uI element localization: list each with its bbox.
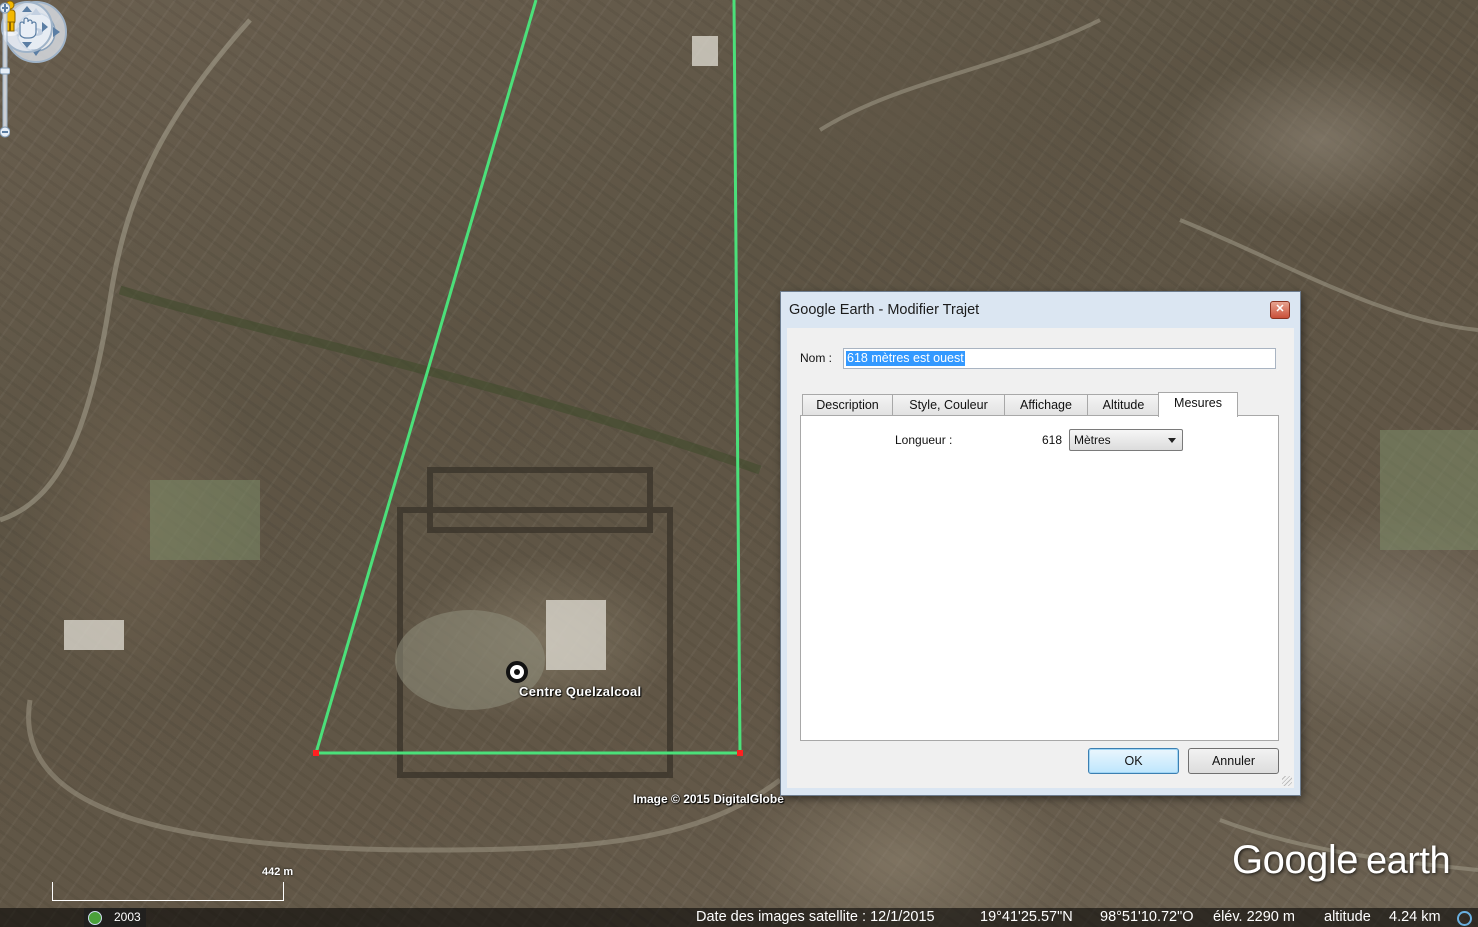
scale-label: 442 m xyxy=(262,866,294,878)
tab-altitude[interactable]: Altitude xyxy=(1087,394,1160,416)
path-endpoint-east xyxy=(737,750,743,756)
placemark-label[interactable]: Centre Quelzalcoal xyxy=(519,684,641,699)
imagery-copyright: Image © 2015 DigitalGlobe xyxy=(633,792,784,806)
clock-globe-icon xyxy=(88,911,102,925)
tab-style-color[interactable]: Style, Couleur xyxy=(892,394,1005,416)
tab-display[interactable]: Affichage xyxy=(1004,394,1088,416)
length-label: Longueur : xyxy=(895,433,953,447)
dialog-body: Nom : 618 mètres est ouest Description S… xyxy=(787,328,1294,788)
name-field-value[interactable]: 618 mètres est ouest xyxy=(846,351,965,366)
length-value: 618 xyxy=(1042,433,1063,447)
altitude-value: 4.24 km xyxy=(1389,909,1441,925)
altitude-label: altitude xyxy=(1324,909,1371,925)
dialog-titlebar[interactable]: Google Earth - Modifier Trajet ✕ xyxy=(781,292,1300,328)
name-field[interactable]: 618 mètres est ouest xyxy=(843,348,1276,369)
unit-selected-value: Mètres xyxy=(1074,433,1111,447)
measurements-panel: Longueur : 618 Mètres xyxy=(800,415,1279,741)
google-earth-logo: Google earth xyxy=(1232,838,1451,883)
tab-measurements[interactable]: Mesures xyxy=(1158,392,1238,417)
resize-grip-icon[interactable] xyxy=(1282,776,1292,786)
ok-button[interactable]: OK xyxy=(1088,748,1179,774)
longitude-readout: 98°51'10.72"O xyxy=(1100,909,1194,925)
dialog-title: Google Earth - Modifier Trajet xyxy=(789,302,980,318)
unit-select[interactable]: Mètres xyxy=(1069,429,1183,451)
path-endpoint-west xyxy=(313,750,319,756)
tab-description[interactable]: Description xyxy=(802,394,893,416)
logo-text-google: Google xyxy=(1232,838,1358,882)
imagery-year: 2003 xyxy=(114,910,141,924)
close-button[interactable]: ✕ xyxy=(1270,301,1290,319)
edit-path-dialog: Google Earth - Modifier Trajet ✕ Nom : 6… xyxy=(780,291,1301,796)
latitude-readout: 19°41'25.57"N xyxy=(980,909,1073,925)
cancel-button[interactable]: Annuler xyxy=(1188,748,1279,774)
elevation-readout: élév. 2290 m xyxy=(1213,909,1295,925)
streaming-status-icon xyxy=(1457,911,1472,926)
chevron-down-icon xyxy=(1168,438,1176,443)
name-label: Nom : xyxy=(800,351,833,365)
zoom-slider[interactable] xyxy=(0,0,10,140)
logo-text-earth: earth xyxy=(1365,840,1451,882)
imagery-date: Date des images satellite : 12/1/2015 xyxy=(696,909,935,925)
status-bar: Date des images satellite : 12/1/2015 19… xyxy=(0,908,1478,927)
historical-imagery-button[interactable]: 2003 xyxy=(84,908,146,927)
scale-bar xyxy=(52,882,284,901)
